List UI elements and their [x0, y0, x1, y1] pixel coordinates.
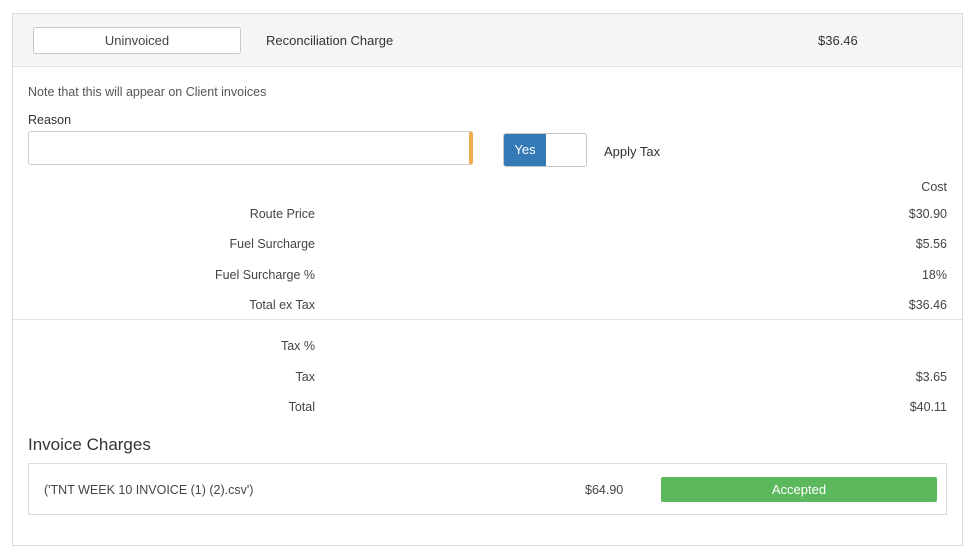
fuel-surcharge-percent-value: 18%: [921, 268, 947, 282]
reconciliation-charge-card: Uninvoiced Reconciliation Charge $36.46 …: [12, 13, 963, 546]
card-header: Uninvoiced Reconciliation Charge $36.46: [13, 14, 962, 67]
fuel-surcharge-percent-label: Fuel Surcharge %: [214, 268, 315, 282]
tax-percent-label: Tax %: [280, 339, 315, 353]
invoice-file-name: ('TNT WEEK 10 INVOICE (1) (2).csv'): [44, 483, 254, 497]
route-price-value: $30.90: [908, 207, 947, 221]
tax-value: $3.65: [915, 370, 947, 384]
total-ex-tax-label: Total ex Tax: [249, 298, 315, 312]
route-price-label: Route Price: [249, 207, 315, 221]
charge-amount: $36.46: [818, 33, 858, 48]
total-value: $40.11: [909, 400, 947, 414]
fuel-surcharge-label: Fuel Surcharge: [229, 237, 315, 251]
breakdown-divider: [13, 319, 962, 320]
invoice-charges-title: Invoice Charges: [28, 435, 151, 454]
reason-input[interactable]: [28, 131, 473, 165]
reason-label: Reason: [28, 113, 72, 127]
invoice-charge-amount: $64.90: [585, 483, 624, 497]
apply-tax-toggle[interactable]: Yes: [503, 133, 587, 167]
total-ex-tax-value: $36.46: [908, 298, 947, 312]
charge-type-label: Reconciliation Charge: [266, 33, 394, 48]
client-invoice-note: Note that this will appear on Client inv…: [28, 85, 267, 99]
tax-label: Tax: [295, 370, 315, 384]
total-label: Total: [288, 400, 315, 414]
cost-column-header: Cost: [921, 180, 947, 194]
apply-tax-label: Apply Tax: [604, 144, 661, 159]
toggle-yes-label: Yes: [504, 134, 546, 166]
invoice-charge-row: ('TNT WEEK 10 INVOICE (1) (2).csv') $64.…: [28, 463, 947, 515]
fuel-surcharge-value: $5.56: [915, 237, 947, 251]
uninvoiced-status-button[interactable]: Uninvoiced: [33, 27, 241, 54]
accepted-status-badge: Accepted: [661, 477, 937, 502]
